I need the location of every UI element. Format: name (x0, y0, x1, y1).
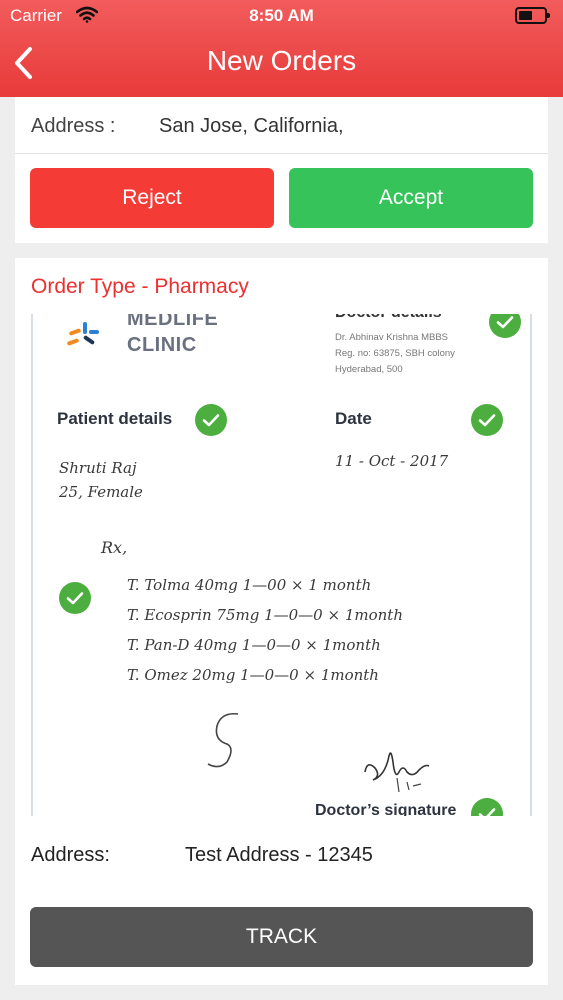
medicine-item: T. Tolma 40mg 1—00 × 1 month (127, 576, 372, 594)
check-icon (195, 404, 227, 436)
date-label: Date (335, 409, 372, 428)
doctor-info: Dr. Abhinav Krishna MBBS Reg. no: 63875,… (335, 332, 455, 375)
order-details-card: Order Type - Pharmacy MEDLIFE CLINIC Doc… (15, 258, 548, 985)
clinic-logo-icon (67, 322, 99, 346)
delivery-address-value: Test Address - 12345 (185, 844, 373, 866)
check-icon (471, 404, 503, 436)
order-summary-card: Address : San Jose, California, Reject A… (15, 97, 548, 243)
medicine-item: T. Ecosprin 75mg 1—0—0 × 1month (127, 606, 403, 624)
track-button[interactable]: TRACK (30, 907, 533, 967)
doctor-signature-image (364, 752, 430, 793)
check-icon (489, 314, 521, 338)
doctor-details-title: Doctor details (335, 314, 442, 322)
date-handwritten: 11 - Oct - 2017 (335, 452, 449, 470)
medicine-list: T. Tolma 40mg 1—00 × 1 month T. Ecosprin… (127, 570, 403, 690)
check-icon (471, 798, 503, 816)
medicine-item: T. Omez 20mg 1—0—0 × 1month (127, 666, 379, 684)
clock-time: 8:50 AM (249, 6, 314, 25)
address-label: Address : (31, 115, 116, 137)
address-value: San Jose, California, (159, 115, 344, 137)
order-type-label: Order Type - Pharmacy (31, 275, 249, 298)
medicine-item: T. Pan-D 40mg 1—0—0 × 1month (127, 636, 381, 654)
delivery-address-label: Address: (31, 844, 110, 866)
signature-label: Doctor’s signature (315, 802, 457, 816)
rx-symbol: Rx, (101, 538, 128, 557)
navigation-bar: Carrier 8:50 AM New Orders (0, 0, 563, 97)
patient-info-handwritten: Shruti Raj 25, Female (59, 459, 143, 501)
page-title: New Orders (206, 45, 357, 76)
prescription-image: MEDLIFE CLINIC Doctor details Dr. Abhina… (31, 314, 532, 816)
battery-icon (515, 7, 550, 24)
reject-button[interactable]: Reject (30, 168, 274, 228)
address-row: Address : San Jose, California, (15, 97, 548, 154)
handwritten-s-mark (207, 712, 239, 768)
check-icon (59, 582, 91, 614)
clinic-name: MEDLIFE CLINIC (127, 314, 219, 356)
accept-button[interactable]: Accept (289, 168, 533, 228)
patient-details-label: Patient details (57, 409, 173, 428)
